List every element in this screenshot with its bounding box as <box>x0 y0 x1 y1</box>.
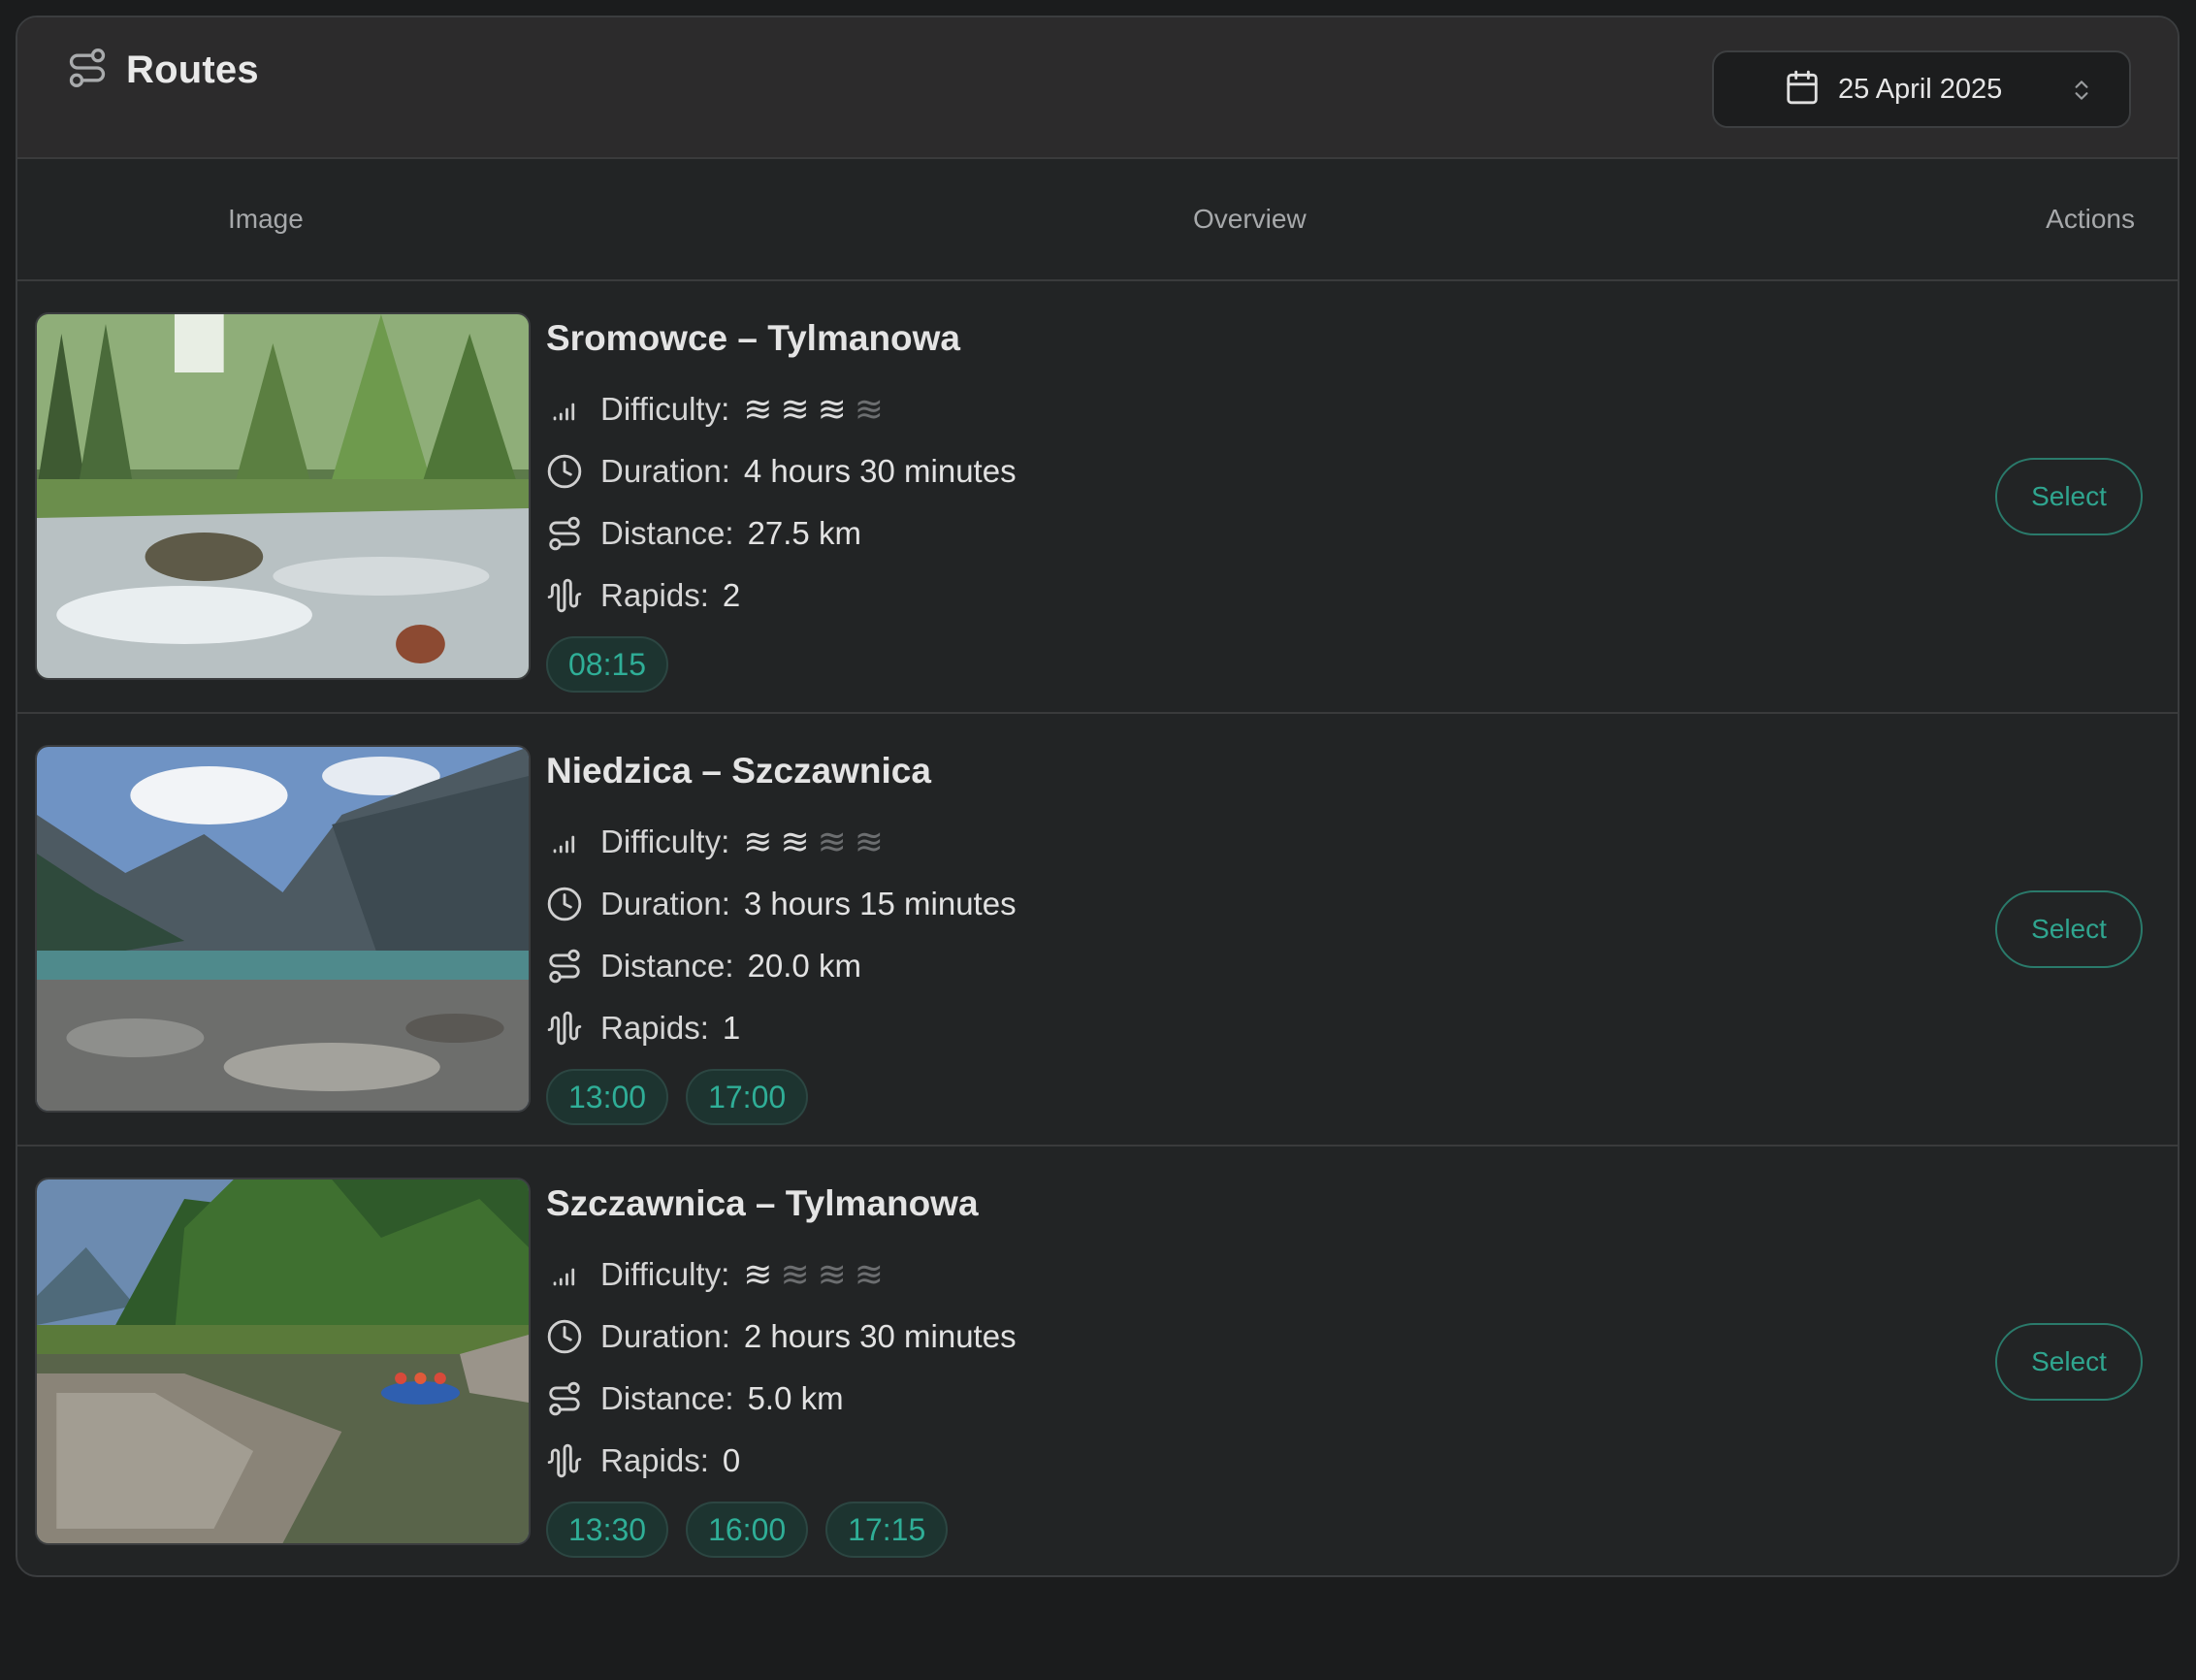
difficulty-label: Difficulty: <box>600 391 730 427</box>
distance-value: 5.0 km <box>747 1380 844 1416</box>
select-button[interactable]: Select <box>1995 890 2143 968</box>
time-chip[interactable]: 17:15 <box>825 1502 949 1558</box>
forest-river-photo <box>35 312 531 680</box>
waveform-icon <box>546 1010 583 1047</box>
difficulty-wave-empty: ≋ <box>854 389 891 429</box>
route-name: Niedzica – Szczawnica <box>546 751 931 791</box>
distance-label: Distance: <box>600 948 734 984</box>
rapids-line: Rapids: 1 <box>546 997 1017 1059</box>
duration-label: Duration: <box>600 1318 730 1354</box>
route-icon <box>546 1380 583 1417</box>
difficulty-line: Difficulty: ≋≋≋≋ <box>546 1244 1017 1306</box>
select-button[interactable]: Select <box>1995 1323 2143 1401</box>
difficulty-label: Difficulty: <box>600 1256 730 1292</box>
difficulty-wave-filled: ≋ <box>780 822 818 861</box>
rapids-line: Rapids: 2 <box>546 565 1017 627</box>
distance-value: 27.5 km <box>747 515 861 551</box>
route-icon <box>66 47 109 94</box>
date-value: 25 April 2025 <box>1838 73 2003 105</box>
difficulty-wave-empty: ≋ <box>854 822 891 861</box>
duration-label: Duration: <box>600 886 730 921</box>
distance-line: Distance: 5.0 km <box>546 1368 1017 1430</box>
difficulty-wave-filled: ≋ <box>780 389 818 429</box>
rapids-label: Rapids: <box>600 1010 709 1046</box>
column-header-overview: Overview <box>1193 204 1307 234</box>
date-picker[interactable]: 25 April 2025 <box>1712 50 2131 128</box>
route-icon <box>546 948 583 985</box>
departure-times: 13:00 17:00 <box>546 1069 1017 1125</box>
difficulty-line: Difficulty: ≋≋≋≋ <box>546 378 1017 440</box>
difficulty-rating: ≋≋≋≋ <box>743 822 891 862</box>
difficulty-wave-empty: ≋ <box>817 822 855 861</box>
clock-icon <box>546 453 583 490</box>
distance-line: Distance: 20.0 km <box>546 935 1017 997</box>
waveform-icon <box>546 577 583 614</box>
signal-bars-icon <box>546 1256 583 1293</box>
departure-times: 13:30 16:00 17:15 <box>546 1502 1017 1558</box>
route-list: Sromowce – Tylmanowa Difficulty: ≋≋≋≋ Du… <box>17 281 2178 1575</box>
duration-value: 2 hours 30 minutes <box>743 1318 1017 1354</box>
table-header: Image Overview Actions <box>17 159 2178 281</box>
table-row: Sromowce – Tylmanowa Difficulty: ≋≋≋≋ Du… <box>17 281 2178 714</box>
mountain-lake-photo <box>35 745 531 1113</box>
difficulty-wave-filled: ≋ <box>743 822 781 861</box>
page-title: Routes <box>126 48 259 91</box>
rapids-label: Rapids: <box>600 1442 709 1478</box>
distance-line: Distance: 27.5 km <box>546 502 1017 565</box>
duration-line: Duration: 2 hours 30 minutes <box>546 1306 1017 1368</box>
rapids-line: Rapids: 0 <box>546 1430 1017 1492</box>
difficulty-wave-filled: ≋ <box>817 389 855 429</box>
distance-label: Distance: <box>600 1380 734 1416</box>
signal-bars-icon <box>546 391 583 428</box>
clock-icon <box>546 886 583 922</box>
rapids-label: Rapids: <box>600 577 709 613</box>
time-chip[interactable]: 13:00 <box>546 1069 669 1125</box>
time-chip[interactable]: 13:30 <box>546 1502 669 1558</box>
difficulty-line: Difficulty: ≋≋≋≋ <box>546 811 1017 873</box>
rapids-value: 1 <box>722 1010 741 1046</box>
route-name: Szczawnica – Tylmanowa <box>546 1183 979 1223</box>
distance-label: Distance: <box>600 515 734 551</box>
rapids-value: 2 <box>722 577 741 613</box>
select-button[interactable]: Select <box>1995 458 2143 535</box>
route-overview: Niedzica – Szczawnica Difficulty: ≋≋≋≋ D… <box>546 749 1017 1125</box>
column-header-image: Image <box>228 204 304 234</box>
time-chip[interactable]: 08:15 <box>546 636 669 693</box>
table-row: Niedzica – Szczawnica Difficulty: ≋≋≋≋ D… <box>17 714 2178 1147</box>
distance-value: 20.0 km <box>747 948 861 984</box>
departure-times: 08:15 <box>546 636 1017 693</box>
waveform-icon <box>546 1442 583 1479</box>
difficulty-rating: ≋≋≋≋ <box>743 389 891 430</box>
difficulty-label: Difficulty: <box>600 824 730 859</box>
calendar-icon <box>1784 69 1821 111</box>
card-header: Routes 25 April 2025 <box>17 17 2178 159</box>
chevron-updown-icon <box>2069 76 2094 110</box>
signal-bars-icon <box>546 824 583 860</box>
time-chip[interactable]: 17:00 <box>686 1069 809 1125</box>
difficulty-wave-filled: ≋ <box>743 1254 781 1294</box>
duration-line: Duration: 3 hours 15 minutes <box>546 873 1017 935</box>
route-name: Sromowce – Tylmanowa <box>546 318 960 358</box>
duration-label: Duration: <box>600 453 730 489</box>
difficulty-wave-empty: ≋ <box>854 1254 891 1294</box>
time-chip[interactable]: 16:00 <box>686 1502 809 1558</box>
difficulty-wave-filled: ≋ <box>743 389 781 429</box>
column-header-actions: Actions <box>2046 204 2135 234</box>
duration-value: 4 hours 30 minutes <box>743 453 1017 489</box>
routes-card: Routes 25 April 2025 Image Overview Acti… <box>16 16 2180 1577</box>
header-title: Routes <box>66 47 259 94</box>
route-overview: Szczawnica – Tylmanowa Difficulty: ≋≋≋≋ <box>546 1181 1017 1558</box>
clock-icon <box>546 1318 583 1355</box>
difficulty-rating: ≋≋≋≋ <box>743 1254 891 1295</box>
rafting-river-photo <box>35 1178 531 1545</box>
table-row: Szczawnica – Tylmanowa Difficulty: ≋≋≋≋ <box>17 1147 2178 1575</box>
route-overview: Sromowce – Tylmanowa Difficulty: ≋≋≋≋ Du… <box>546 316 1017 693</box>
duration-line: Duration: 4 hours 30 minutes <box>546 440 1017 502</box>
rapids-value: 0 <box>722 1442 741 1478</box>
duration-value: 3 hours 15 minutes <box>743 886 1017 921</box>
difficulty-wave-empty: ≋ <box>780 1254 818 1294</box>
difficulty-wave-empty: ≋ <box>817 1254 855 1294</box>
route-icon <box>546 515 583 552</box>
